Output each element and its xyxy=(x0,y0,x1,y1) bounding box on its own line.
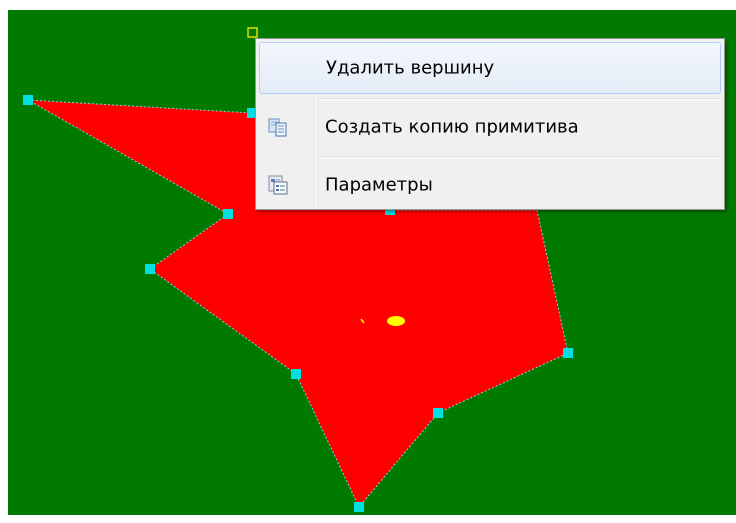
menu-item-label: Создать копию примитива xyxy=(325,116,579,138)
menu-separator xyxy=(318,156,721,158)
copy-icon xyxy=(267,116,289,138)
vertex-handle[interactable] xyxy=(291,369,301,379)
menu-item-label: Удалить вершину xyxy=(326,57,495,79)
menu-separator xyxy=(318,98,721,100)
menu-item-duplicate-primitive[interactable]: Создать копию примитива xyxy=(259,101,721,153)
menu-item-label: Параметры xyxy=(325,174,433,196)
menu-item-parameters[interactable]: Параметры xyxy=(259,159,721,211)
vertex-handle[interactable] xyxy=(354,502,364,512)
context-menu: Удалить вершину Создать копию примитива xyxy=(255,38,725,210)
vertex-handle[interactable] xyxy=(563,348,573,358)
properties-icon xyxy=(267,174,289,196)
vertex-handle[interactable] xyxy=(223,209,233,219)
menu-item-delete-vertex[interactable]: Удалить вершину xyxy=(259,42,721,94)
vertex-handle[interactable] xyxy=(23,95,33,105)
vertex-handle[interactable] xyxy=(433,408,443,418)
center-marker xyxy=(387,316,405,326)
app-frame: Удалить вершину Создать копию примитива xyxy=(0,0,736,523)
vertex-handle[interactable] xyxy=(145,264,155,274)
